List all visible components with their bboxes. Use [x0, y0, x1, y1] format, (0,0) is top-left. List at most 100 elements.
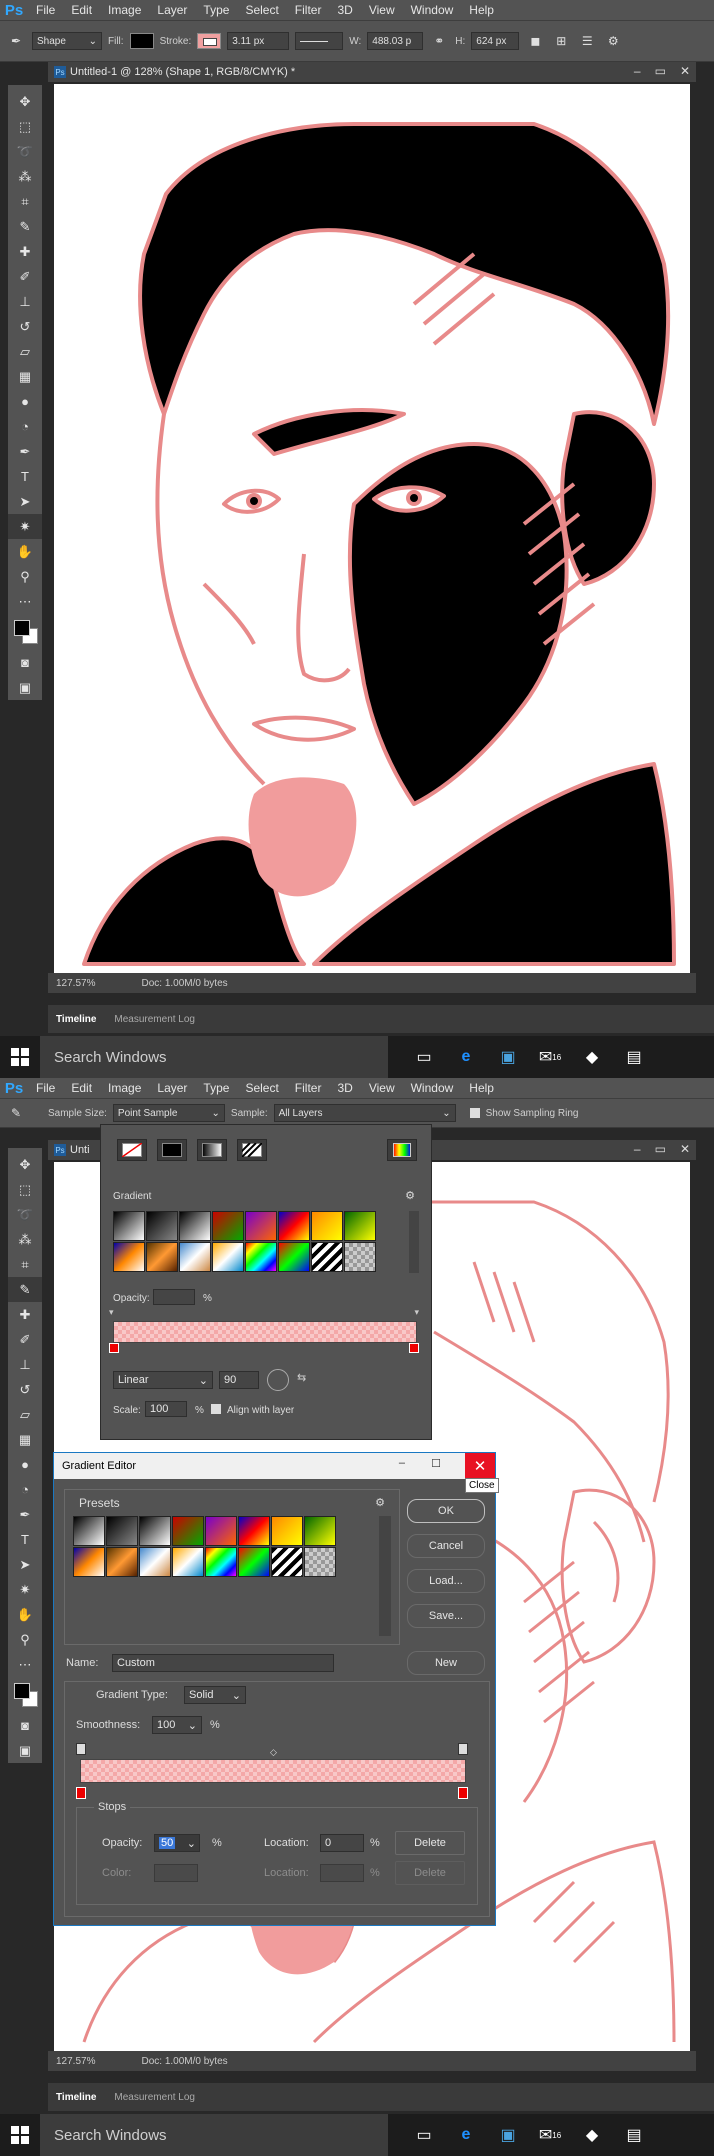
pen-tool-icon[interactable]: ✒	[8, 439, 42, 464]
no-color-button[interactable]	[117, 1139, 147, 1161]
brush-tool-icon[interactable]: ✐	[8, 1327, 42, 1352]
tab-measurement-log[interactable]: Measurement Log	[114, 1014, 195, 1025]
edge-browser-icon[interactable]: e	[454, 1045, 478, 1069]
cancel-button[interactable]: Cancel	[407, 1534, 485, 1558]
move-tool-icon[interactable]: ✥	[8, 1152, 42, 1177]
zoom-tool-icon[interactable]: ⚲	[8, 564, 42, 589]
maximize-icon[interactable]: ☐	[431, 1457, 441, 1470]
preset-swatch[interactable]	[73, 1547, 105, 1577]
angle-dial[interactable]	[267, 1369, 289, 1391]
menu-file[interactable]: File	[28, 0, 63, 20]
preset-swatch[interactable]	[139, 1516, 171, 1546]
healing-brush-icon[interactable]: ✚	[8, 1302, 42, 1327]
save-button[interactable]: Save...	[407, 1604, 485, 1628]
healing-brush-icon[interactable]: ✚	[8, 239, 42, 264]
magic-wand-icon[interactable]: ⁂	[8, 164, 42, 189]
preset-swatch[interactable]	[271, 1547, 303, 1577]
height-field[interactable]: 624 px	[471, 32, 520, 50]
solid-color-button[interactable]	[157, 1139, 187, 1161]
menu-view[interactable]: View	[361, 1078, 403, 1098]
lasso-tool-icon[interactable]: ➰	[8, 139, 42, 164]
quick-mask-icon[interactable]: ◙	[8, 1713, 42, 1738]
opacity-stop-right[interactable]: ▾	[414, 1307, 419, 1318]
tab-timeline[interactable]: Timeline	[56, 1014, 96, 1025]
menu-window[interactable]: Window	[403, 1078, 462, 1098]
menu-edit[interactable]: Edit	[63, 1078, 100, 1098]
width-field[interactable]: 488.03 p	[367, 32, 424, 50]
history-brush-icon[interactable]: ↺	[8, 314, 42, 339]
preset-swatch[interactable]	[344, 1242, 376, 1272]
pen-tool-icon[interactable]: ✒	[8, 1502, 42, 1527]
preset-swatch[interactable]	[113, 1211, 145, 1241]
zoom-level[interactable]: 127.57%	[56, 2056, 95, 2067]
gradient-type-select[interactable]: Solid ⌄	[184, 1686, 246, 1704]
preset-swatch[interactable]	[73, 1516, 105, 1546]
minimize-icon[interactable]: –	[634, 1142, 641, 1156]
fill-swatch[interactable]	[129, 33, 154, 49]
preset-swatch[interactable]	[113, 1242, 145, 1272]
preset-swatch[interactable]	[146, 1242, 178, 1272]
gear-icon[interactable]: ⚙	[405, 1189, 415, 1202]
clone-stamp-icon[interactable]: ⊥	[8, 1352, 42, 1377]
preset-swatch[interactable]	[304, 1547, 336, 1577]
pattern-button[interactable]	[237, 1139, 267, 1161]
sample-size-select[interactable]: Point Sample ⌄	[112, 1104, 225, 1122]
midpoint-marker[interactable]: ◇	[270, 1747, 277, 1758]
preset-swatch[interactable]	[271, 1516, 303, 1546]
type-tool-icon[interactable]: T	[8, 1527, 42, 1552]
menu-3d[interactable]: 3D	[329, 1078, 360, 1098]
eyedropper-icon[interactable]: ✎	[6, 1104, 26, 1122]
path-alignment-icon[interactable]: ⊞	[551, 32, 571, 50]
preset-swatch[interactable]	[238, 1516, 270, 1546]
menu-filter[interactable]: Filter	[287, 1078, 330, 1098]
link-icon[interactable]: ⚭	[429, 32, 449, 50]
preset-swatch[interactable]	[172, 1547, 204, 1577]
path-selection-icon[interactable]: ➤	[8, 1552, 42, 1577]
stroke-type-select[interactable]	[295, 32, 344, 50]
mail-icon[interactable]: ✉ 16	[538, 1045, 562, 1069]
preset-swatch[interactable]	[205, 1516, 237, 1546]
maximize-icon[interactable]: ▭	[655, 64, 666, 78]
marquee-tool-icon[interactable]: ⬚	[8, 1177, 42, 1202]
location-field[interactable]: 0	[320, 1834, 364, 1852]
preset-swatch[interactable]	[245, 1242, 277, 1272]
delete-opacity-stop-button[interactable]: Delete	[395, 1831, 465, 1855]
load-button[interactable]: Load...	[407, 1569, 485, 1593]
color-swatches[interactable]	[8, 614, 42, 650]
menu-image[interactable]: Image	[100, 1078, 149, 1098]
sample-select[interactable]: All Layers ⌄	[273, 1104, 456, 1122]
task-view-icon[interactable]: ▭	[412, 1045, 436, 1069]
pen-tool-icon[interactable]: ✒	[6, 32, 26, 50]
presets-scrollbar[interactable]	[409, 1211, 419, 1273]
menu-layer[interactable]: Layer	[149, 1078, 195, 1098]
foreground-color[interactable]	[14, 620, 30, 636]
ok-button[interactable]: OK	[407, 1499, 485, 1523]
zoom-level[interactable]: 127.57%	[56, 978, 95, 989]
stop-opacity-field[interactable]: 50 ⌄	[154, 1834, 200, 1852]
windows-start-icon[interactable]	[0, 2114, 40, 2156]
edge-browser-icon[interactable]: e	[454, 2123, 478, 2147]
doc-info[interactable]: Doc: 1.00M/0 bytes	[141, 2056, 227, 2067]
maximize-icon[interactable]: ▭	[655, 1142, 666, 1156]
preset-swatch[interactable]	[205, 1547, 237, 1577]
preset-swatch[interactable]	[344, 1211, 376, 1241]
custom-shape-tool-icon[interactable]: ✷	[8, 514, 42, 539]
gradient-style-select[interactable]: Linear ⌄	[113, 1371, 213, 1389]
preset-swatch[interactable]	[278, 1242, 310, 1272]
eyedropper-tool-icon[interactable]: ✎	[8, 1277, 42, 1302]
dodge-tool-icon[interactable]: ◔	[8, 1477, 42, 1502]
menu-select[interactable]: Select	[237, 1078, 286, 1098]
zoom-tool-icon[interactable]: ⚲	[8, 1627, 42, 1652]
path-selection-icon[interactable]: ➤	[8, 489, 42, 514]
hand-tool-icon[interactable]: ✋	[8, 1602, 42, 1627]
eraser-tool-icon[interactable]: ▱	[8, 1402, 42, 1427]
show-ring-checkbox[interactable]	[469, 1108, 480, 1118]
align-checkbox[interactable]	[211, 1404, 221, 1414]
color-picker-icon[interactable]	[387, 1139, 417, 1161]
move-tool-icon[interactable]: ✥	[8, 89, 42, 114]
quick-mask-icon[interactable]: ◙	[8, 650, 42, 675]
photos-app-icon[interactable]: ▣	[496, 2123, 520, 2147]
feedback-icon[interactable]: ◆	[580, 2123, 604, 2147]
close-icon[interactable]: ✕	[680, 1142, 690, 1156]
preset-swatch[interactable]	[311, 1211, 343, 1241]
